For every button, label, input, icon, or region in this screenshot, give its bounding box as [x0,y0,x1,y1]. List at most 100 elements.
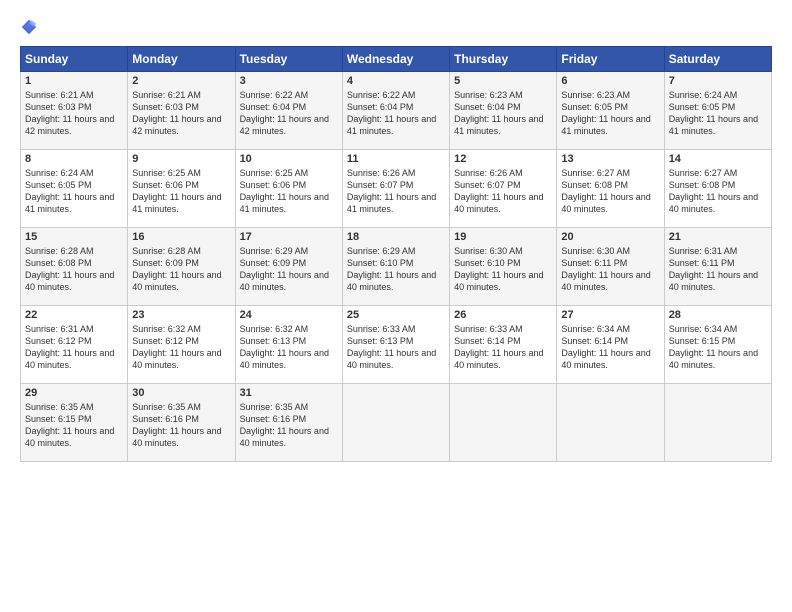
day-number: 25 [347,309,445,321]
calendar-cell: 19 Sunrise: 6:30 AMSunset: 6:10 PMDayligh… [450,228,557,306]
cell-info: Sunrise: 6:26 AMSunset: 6:07 PMDaylight:… [454,167,552,216]
calendar-week-row: 22Sunrise: 6:31 AMSunset: 6:12 PMDayligh… [21,306,772,384]
day-number: 17 [240,231,338,243]
calendar-week-row: 8Sunrise: 6:24 AMSunset: 6:05 PMDaylight… [21,150,772,228]
cell-info: Sunrise: 6:21 AMSunset: 6:03 PMDaylight:… [25,89,123,138]
calendar-cell: 15 Sunrise: 6:28 AMSunset: 6:08 PMDayligh… [21,228,128,306]
calendar-cell: 25 Sunrise: 6:33 AMSunset: 6:13 PMDayligh… [342,306,449,384]
calendar-cell: 7 Sunrise: 6:24 AMSunset: 6:05 PMDaylight… [664,72,771,150]
cell-info: Sunrise: 6:30 AMSunset: 6:11 PMDaylight:… [561,245,659,294]
cell-info: Sunrise: 6:23 AMSunset: 6:04 PMDaylight:… [454,89,552,138]
cell-info: Sunrise: 6:27 AMSunset: 6:08 PMDaylight:… [669,167,767,216]
calendar-cell [664,384,771,462]
day-number: 26 [454,309,552,321]
cell-info: Sunrise: 6:22 AMSunset: 6:04 PMDaylight:… [240,89,338,138]
cell-info: Sunrise: 6:33 AMSunset: 6:13 PMDaylight:… [347,323,445,372]
day-number: 7 [669,75,767,87]
calendar-cell: 12 Sunrise: 6:26 AMSunset: 6:07 PMDayligh… [450,150,557,228]
cell-info: Sunrise: 6:33 AMSunset: 6:14 PMDaylight:… [454,323,552,372]
calendar-header-row: SundayMondayTuesdayWednesdayThursdayFrid… [21,47,772,72]
day-number: 10 [240,153,338,165]
calendar-header-thursday: Thursday [450,47,557,72]
cell-info: Sunrise: 6:24 AMSunset: 6:05 PMDaylight:… [25,167,123,216]
calendar-cell: 2Sunrise: 6:21 AMSunset: 6:03 PMDaylight… [128,72,235,150]
calendar-cell: 29 Sunrise: 6:35 AMSunset: 6:15 PMDayligh… [21,384,128,462]
cell-info: Sunrise: 6:35 AMSunset: 6:15 PMDaylight:… [25,401,123,450]
calendar-cell: 27Sunrise: 6:34 AMSunset: 6:14 PMDayligh… [557,306,664,384]
day-number: 3 [240,75,338,87]
calendar-cell: 16 Sunrise: 6:28 AMSunset: 6:09 PMDayligh… [128,228,235,306]
day-number: 19 [454,231,552,243]
calendar-cell: 21Sunrise: 6:31 AMSunset: 6:11 PMDayligh… [664,228,771,306]
cell-info: Sunrise: 6:25 AMSunset: 6:06 PMDaylight:… [132,167,230,216]
cell-info: Sunrise: 6:34 AMSunset: 6:15 PMDaylight:… [669,323,767,372]
day-number: 23 [132,309,230,321]
day-number: 13 [561,153,659,165]
calendar-cell: 5 Sunrise: 6:23 AMSunset: 6:04 PMDaylight… [450,72,557,150]
day-number: 31 [240,387,338,399]
day-number: 30 [132,387,230,399]
cell-info: Sunrise: 6:23 AMSunset: 6:05 PMDaylight:… [561,89,659,138]
cell-info: Sunrise: 6:28 AMSunset: 6:08 PMDaylight:… [25,245,123,294]
cell-info: Sunrise: 6:31 AMSunset: 6:11 PMDaylight:… [669,245,767,294]
cell-info: Sunrise: 6:27 AMSunset: 6:08 PMDaylight:… [561,167,659,216]
calendar-header-friday: Friday [557,47,664,72]
day-number: 2 [132,75,230,87]
calendar-cell: 26 Sunrise: 6:33 AMSunset: 6:14 PMDayligh… [450,306,557,384]
header [20,18,772,36]
day-number: 27 [561,309,659,321]
calendar-cell: 30Sunrise: 6:35 AMSunset: 6:16 PMDayligh… [128,384,235,462]
calendar-header-tuesday: Tuesday [235,47,342,72]
day-number: 5 [454,75,552,87]
calendar-cell: 4 Sunrise: 6:22 AMSunset: 6:04 PMDaylight… [342,72,449,150]
day-number: 12 [454,153,552,165]
calendar-header-monday: Monday [128,47,235,72]
calendar-week-row: 1 Sunrise: 6:21 AMSunset: 6:03 PMDaylight… [21,72,772,150]
cell-info: Sunrise: 6:32 AMSunset: 6:13 PMDaylight:… [240,323,338,372]
calendar-cell [450,384,557,462]
calendar-header-wednesday: Wednesday [342,47,449,72]
calendar-cell [342,384,449,462]
calendar-cell: 22Sunrise: 6:31 AMSunset: 6:12 PMDayligh… [21,306,128,384]
cell-info: Sunrise: 6:28 AMSunset: 6:09 PMDaylight:… [132,245,230,294]
day-number: 9 [132,153,230,165]
calendar-cell: 31Sunrise: 6:35 AMSunset: 6:16 PMDayligh… [235,384,342,462]
day-number: 18 [347,231,445,243]
cell-info: Sunrise: 6:24 AMSunset: 6:05 PMDaylight:… [669,89,767,138]
day-number: 1 [25,75,123,87]
day-number: 29 [25,387,123,399]
calendar-week-row: 15 Sunrise: 6:28 AMSunset: 6:08 PMDayligh… [21,228,772,306]
calendar-cell [557,384,664,462]
logo [20,18,42,36]
cell-info: Sunrise: 6:30 AMSunset: 6:10 PMDaylight:… [454,245,552,294]
day-number: 20 [561,231,659,243]
calendar-cell: 6 Sunrise: 6:23 AMSunset: 6:05 PMDaylight… [557,72,664,150]
day-number: 28 [669,309,767,321]
calendar-table: SundayMondayTuesdayWednesdayThursdayFrid… [20,46,772,462]
calendar-cell: 10 Sunrise: 6:25 AMSunset: 6:06 PMDayligh… [235,150,342,228]
day-number: 15 [25,231,123,243]
cell-info: Sunrise: 6:26 AMSunset: 6:07 PMDaylight:… [347,167,445,216]
cell-info: Sunrise: 6:29 AMSunset: 6:09 PMDaylight:… [240,245,338,294]
cell-info: Sunrise: 6:32 AMSunset: 6:12 PMDaylight:… [132,323,230,372]
calendar-cell: 11Sunrise: 6:26 AMSunset: 6:07 PMDayligh… [342,150,449,228]
day-number: 16 [132,231,230,243]
day-number: 6 [561,75,659,87]
day-number: 14 [669,153,767,165]
logo-icon [20,18,38,36]
calendar-header-saturday: Saturday [664,47,771,72]
calendar-cell: 20 Sunrise: 6:30 AMSunset: 6:11 PMDayligh… [557,228,664,306]
calendar-cell: 24 Sunrise: 6:32 AMSunset: 6:13 PMDayligh… [235,306,342,384]
calendar-cell: 14 Sunrise: 6:27 AMSunset: 6:08 PMDayligh… [664,150,771,228]
cell-info: Sunrise: 6:25 AMSunset: 6:06 PMDaylight:… [240,167,338,216]
calendar-cell: 9 Sunrise: 6:25 AMSunset: 6:06 PMDaylight… [128,150,235,228]
calendar-cell: 13 Sunrise: 6:27 AMSunset: 6:08 PMDayligh… [557,150,664,228]
calendar-cell: 18Sunrise: 6:29 AMSunset: 6:10 PMDayligh… [342,228,449,306]
day-number: 22 [25,309,123,321]
calendar-cell: 23 Sunrise: 6:32 AMSunset: 6:12 PMDayligh… [128,306,235,384]
calendar-cell: 3 Sunrise: 6:22 AMSunset: 6:04 PMDaylight… [235,72,342,150]
day-number: 4 [347,75,445,87]
day-number: 24 [240,309,338,321]
page: SundayMondayTuesdayWednesdayThursdayFrid… [0,0,792,612]
cell-info: Sunrise: 6:22 AMSunset: 6:04 PMDaylight:… [347,89,445,138]
